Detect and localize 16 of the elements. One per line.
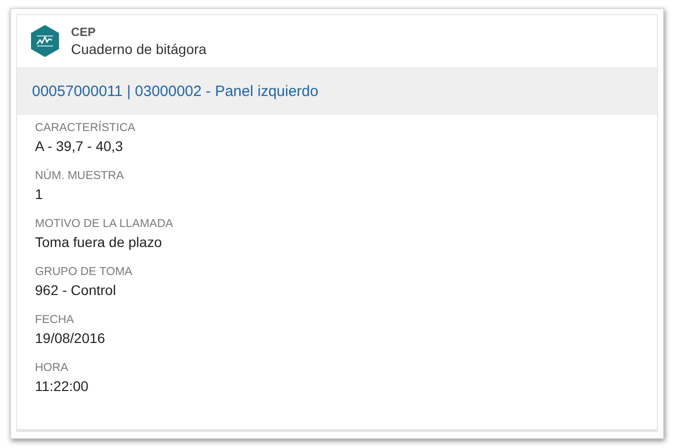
record-title: 00057000011 | 03000002 - Panel izquierdo bbox=[32, 82, 318, 100]
field-label: NÚM. MUESTRA bbox=[35, 169, 125, 183]
field-label: CARACTERÍSTICA bbox=[35, 121, 136, 135]
field-value: Toma fuera de plazo bbox=[35, 233, 163, 251]
page-title: Cuaderno de bitágora bbox=[71, 40, 206, 58]
field-label: MOTIVO DE LA LLAMADA bbox=[35, 217, 174, 231]
field-label: HORA bbox=[35, 361, 70, 375]
field-label: GRUPO DE TOMA bbox=[35, 265, 134, 279]
field-value: 19/08/2016 bbox=[35, 329, 106, 347]
field-value: 11:22:00 bbox=[35, 377, 90, 395]
chart-line-icon bbox=[30, 25, 60, 57]
field-value: A - 39,7 - 40,3 bbox=[35, 137, 124, 155]
field-value: 962 - Control bbox=[35, 281, 117, 299]
field-value: 1 bbox=[35, 185, 44, 203]
field-label: FECHA bbox=[35, 313, 75, 327]
app-name: CEP bbox=[71, 24, 97, 40]
